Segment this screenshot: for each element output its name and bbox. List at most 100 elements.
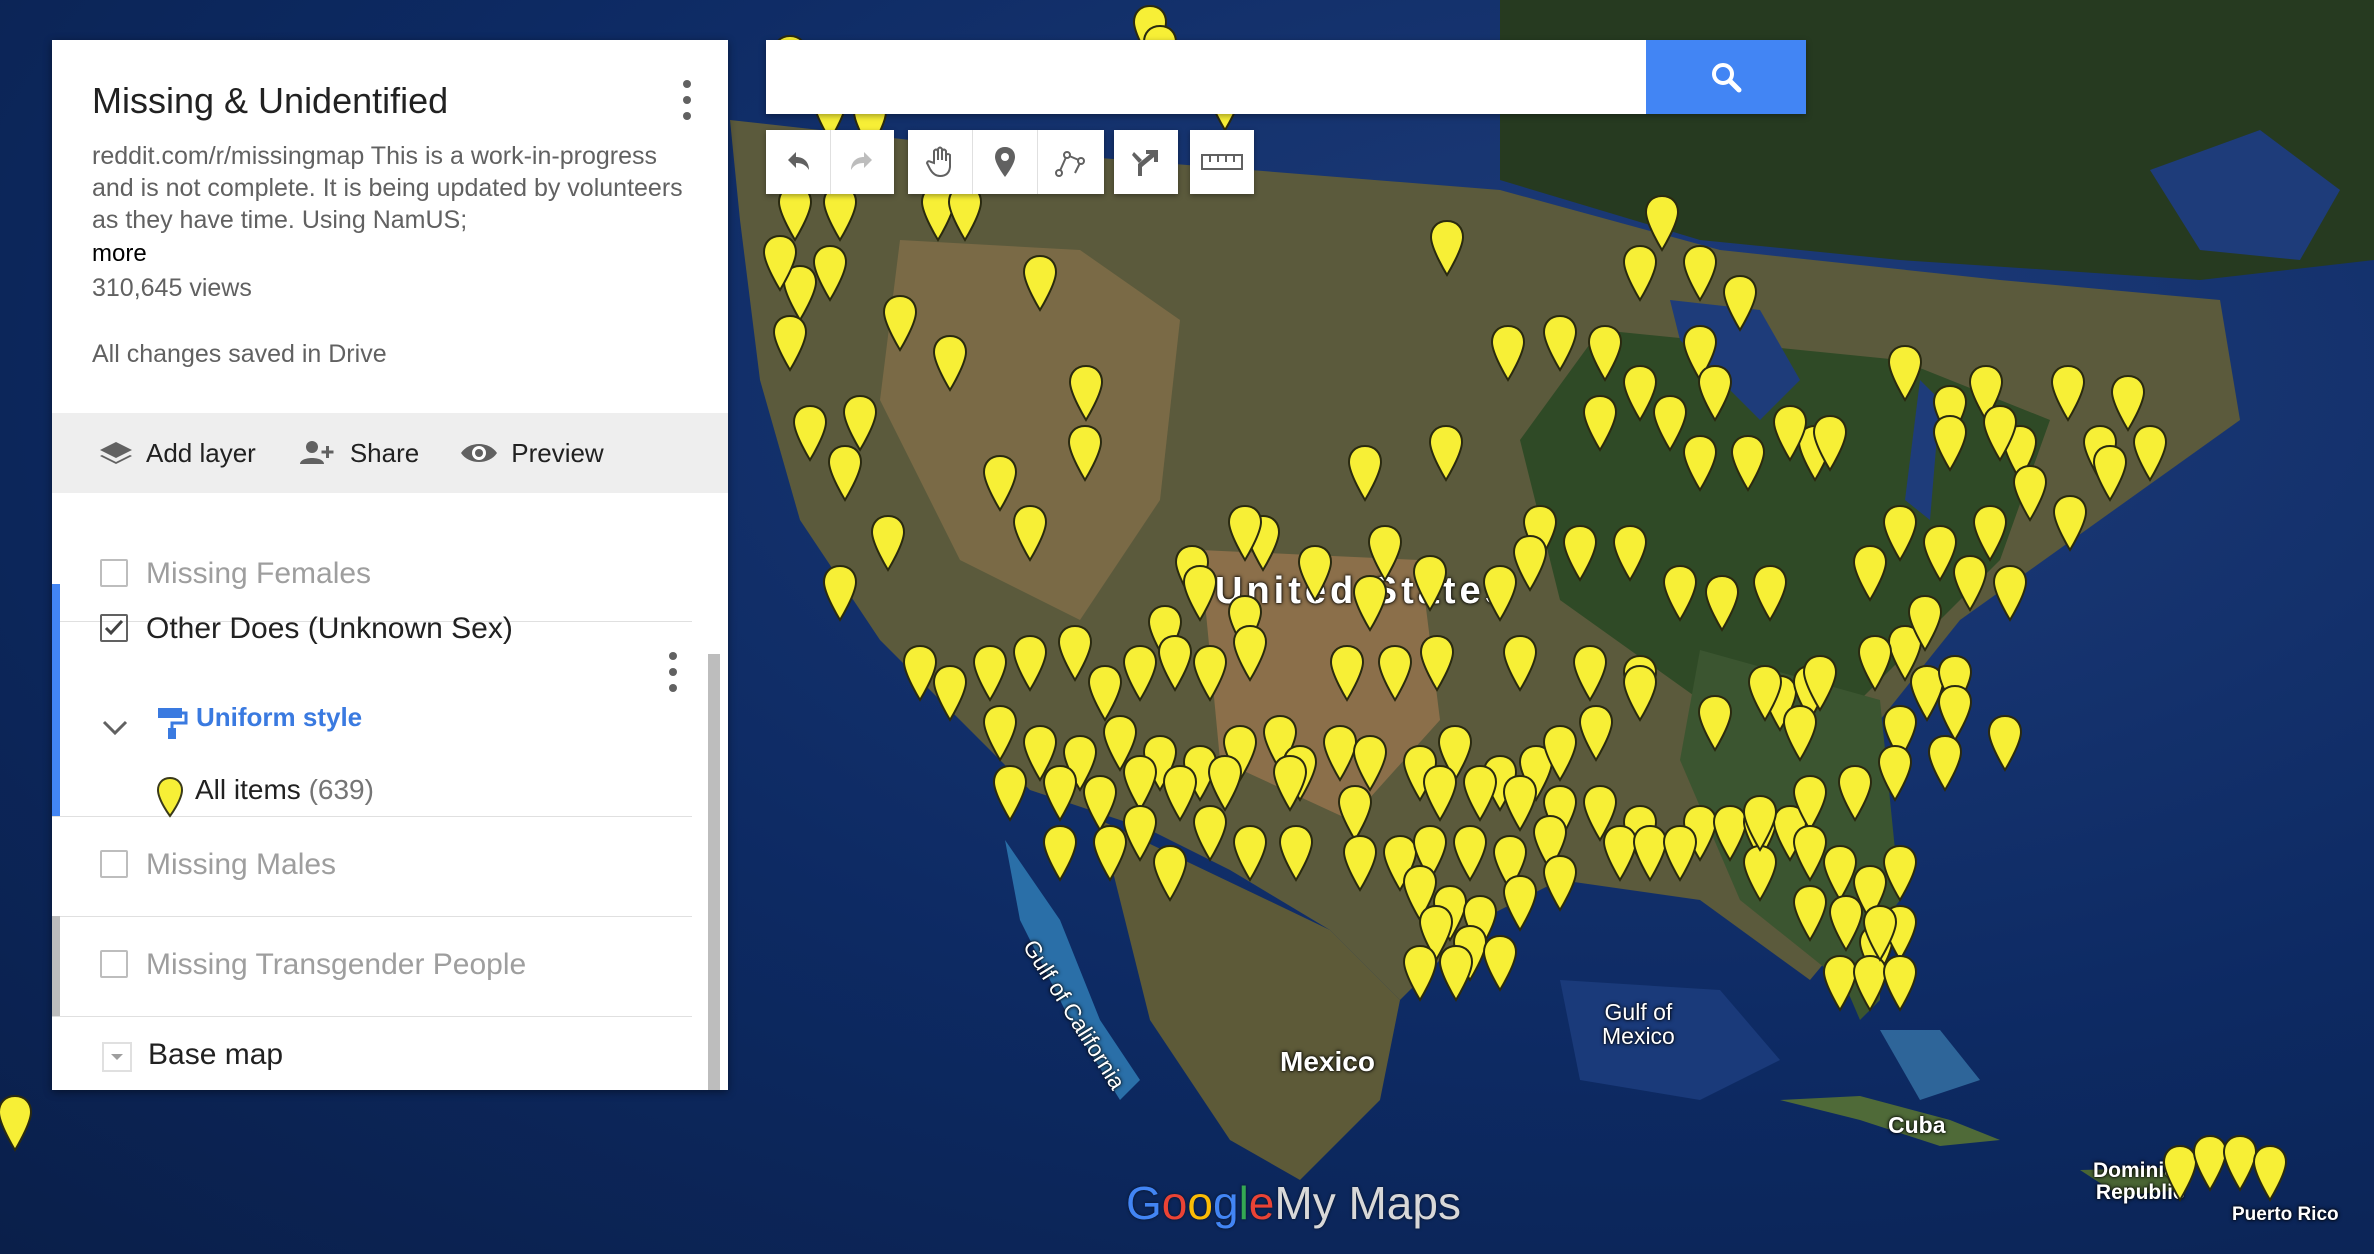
map-pin-icon[interactable]	[1042, 764, 1078, 822]
map-pin-icon[interactable]	[1587, 324, 1623, 382]
map-pin-icon[interactable]	[1622, 244, 1658, 302]
map-pin-icon[interactable]	[1792, 884, 1828, 942]
map-pin-icon[interactable]	[2012, 464, 2048, 522]
map-pin-icon[interactable]	[1419, 634, 1455, 692]
map-pin-icon[interactable]	[1042, 824, 1078, 882]
add-layer-button[interactable]: Add layer	[98, 438, 256, 469]
preview-button[interactable]: Preview	[459, 438, 604, 469]
map-pin-icon[interactable]	[1987, 714, 2023, 772]
map-pin-icon[interactable]	[1932, 414, 1968, 472]
map-pin-icon[interactable]	[1452, 824, 1488, 882]
map-pin-icon[interactable]	[2050, 364, 2086, 422]
map-pin-icon[interactable]	[1428, 424, 1464, 482]
map-pin-icon[interactable]	[1578, 704, 1614, 762]
more-link[interactable]: more	[92, 240, 147, 268]
map-pin-icon[interactable]	[1862, 904, 1898, 962]
map-pin-icon[interactable]	[1812, 414, 1848, 472]
map-pin-icon[interactable]	[2092, 444, 2128, 502]
map-pin-icon[interactable]	[992, 764, 1028, 822]
map-pin-icon[interactable]	[1192, 644, 1228, 702]
map-pin-icon[interactable]	[1012, 634, 1048, 692]
map-pin-icon[interactable]	[1329, 644, 1365, 702]
map-pin-icon[interactable]	[2132, 424, 2168, 482]
map-pin-icon[interactable]	[982, 704, 1018, 762]
map-pin-icon[interactable]	[1662, 564, 1698, 622]
map-pin-icon[interactable]	[1352, 574, 1388, 632]
map-pin-icon[interactable]	[1704, 574, 1740, 632]
map-pin-icon[interactable]	[1752, 564, 1788, 622]
map-pin-icon[interactable]	[1742, 794, 1778, 852]
map-pin-icon[interactable]	[772, 314, 808, 372]
map-pin-icon[interactable]	[1232, 824, 1268, 882]
map-pin-icon[interactable]	[1422, 764, 1458, 822]
map-pin-icon[interactable]	[1882, 844, 1918, 902]
layer-name[interactable]: Missing Males	[146, 848, 336, 882]
redo-button[interactable]	[831, 130, 895, 194]
map-pin-icon[interactable]	[1952, 554, 1988, 612]
map-pin-icon[interactable]	[792, 404, 828, 462]
map-pin-icon[interactable]	[1297, 544, 1333, 602]
layer-missing-males[interactable]: Missing Males	[52, 816, 692, 917]
map-pin-icon[interactable]	[1682, 244, 1718, 302]
map-pin-icon[interactable]	[972, 644, 1008, 702]
map-pin-icon[interactable]	[2052, 494, 2088, 552]
uniform-style-link[interactable]: Uniform style	[196, 702, 362, 733]
undo-button[interactable]	[766, 130, 831, 194]
map-pin-icon[interactable]	[1429, 219, 1465, 277]
map-pin-icon[interactable]	[1542, 724, 1578, 782]
map-pin-icon[interactable]	[2252, 1144, 2288, 1202]
measure-button[interactable]	[1190, 130, 1254, 194]
map-pin-icon[interactable]	[1227, 504, 1263, 562]
map-pin-icon[interactable]	[1697, 694, 1733, 752]
map-pin-icon[interactable]	[1722, 274, 1758, 332]
layer-other-does[interactable]: Other Does (Unknown Sex) Uniform style A…	[52, 584, 692, 818]
map-pin-icon[interactable]	[1512, 534, 1548, 592]
map-pin-icon[interactable]	[1152, 844, 1188, 902]
layer-name[interactable]: Missing Transgender People	[146, 948, 526, 982]
map-pin-icon[interactable]	[1882, 504, 1918, 562]
map-pin-icon[interactable]	[1742, 844, 1778, 902]
map-pin-icon[interactable]	[1572, 644, 1608, 702]
map-pin-icon[interactable]	[1857, 634, 1893, 692]
map-pin-icon[interactable]	[762, 234, 798, 292]
map-pin-icon[interactable]	[1182, 564, 1218, 622]
map-pin-icon[interactable]	[1067, 424, 1103, 482]
map-pin-icon[interactable]	[1837, 764, 1873, 822]
map-pin-icon[interactable]	[1972, 504, 2008, 562]
map-pin-icon[interactable]	[932, 664, 968, 722]
map-pin-icon[interactable]	[1462, 764, 1498, 822]
share-button[interactable]: Share	[296, 438, 419, 469]
map-pin-icon[interactable]	[1697, 364, 1733, 422]
map-pin-icon[interactable]	[0, 1094, 33, 1152]
all-items[interactable]: All items (639)	[195, 774, 374, 806]
base-map-label[interactable]: Base map	[148, 1038, 283, 1072]
search-input[interactable]	[766, 40, 1646, 114]
map-pin-icon[interactable]	[1612, 524, 1648, 582]
map-pin-icon[interactable]	[1122, 644, 1158, 702]
map-pin-icon[interactable]	[1490, 324, 1526, 382]
layer-name[interactable]: Other Does (Unknown Sex)	[146, 612, 513, 646]
map-pin-icon[interactable]	[1232, 624, 1268, 682]
map-pin-icon[interactable]	[1272, 754, 1308, 812]
layer-missing-transgender[interactable]: Missing Transgender People	[52, 916, 692, 1017]
map-pin-icon[interactable]	[1992, 564, 2028, 622]
map-pin-icon[interactable]	[882, 294, 918, 352]
map-description[interactable]: reddit.com/r/missingmap This is a work-i…	[92, 140, 692, 236]
map-pin-icon[interactable]	[1782, 704, 1818, 762]
add-marker-button[interactable]	[973, 130, 1038, 194]
layer-checkbox-checked[interactable]	[100, 614, 128, 642]
map-pin-icon[interactable]	[1562, 524, 1598, 582]
map-pin-icon[interactable]	[1022, 254, 1058, 312]
map-pin-icon[interactable]	[1542, 854, 1578, 912]
map-pin-icon[interactable]	[1927, 734, 1963, 792]
map-pin-icon[interactable]	[1342, 834, 1378, 892]
layer-checkbox[interactable]	[100, 950, 128, 978]
map-pin-icon[interactable]	[1412, 554, 1448, 612]
map-pin-icon[interactable]	[1802, 654, 1838, 712]
map-pin-icon[interactable]	[1192, 804, 1228, 862]
map-pin-icon[interactable]	[1502, 874, 1538, 932]
map-pin-icon[interactable]	[932, 334, 968, 392]
map-pin-icon[interactable]	[1982, 404, 2018, 462]
map-pin-icon[interactable]	[1582, 394, 1618, 452]
map-title[interactable]: Missing & Unidentified	[92, 80, 448, 122]
